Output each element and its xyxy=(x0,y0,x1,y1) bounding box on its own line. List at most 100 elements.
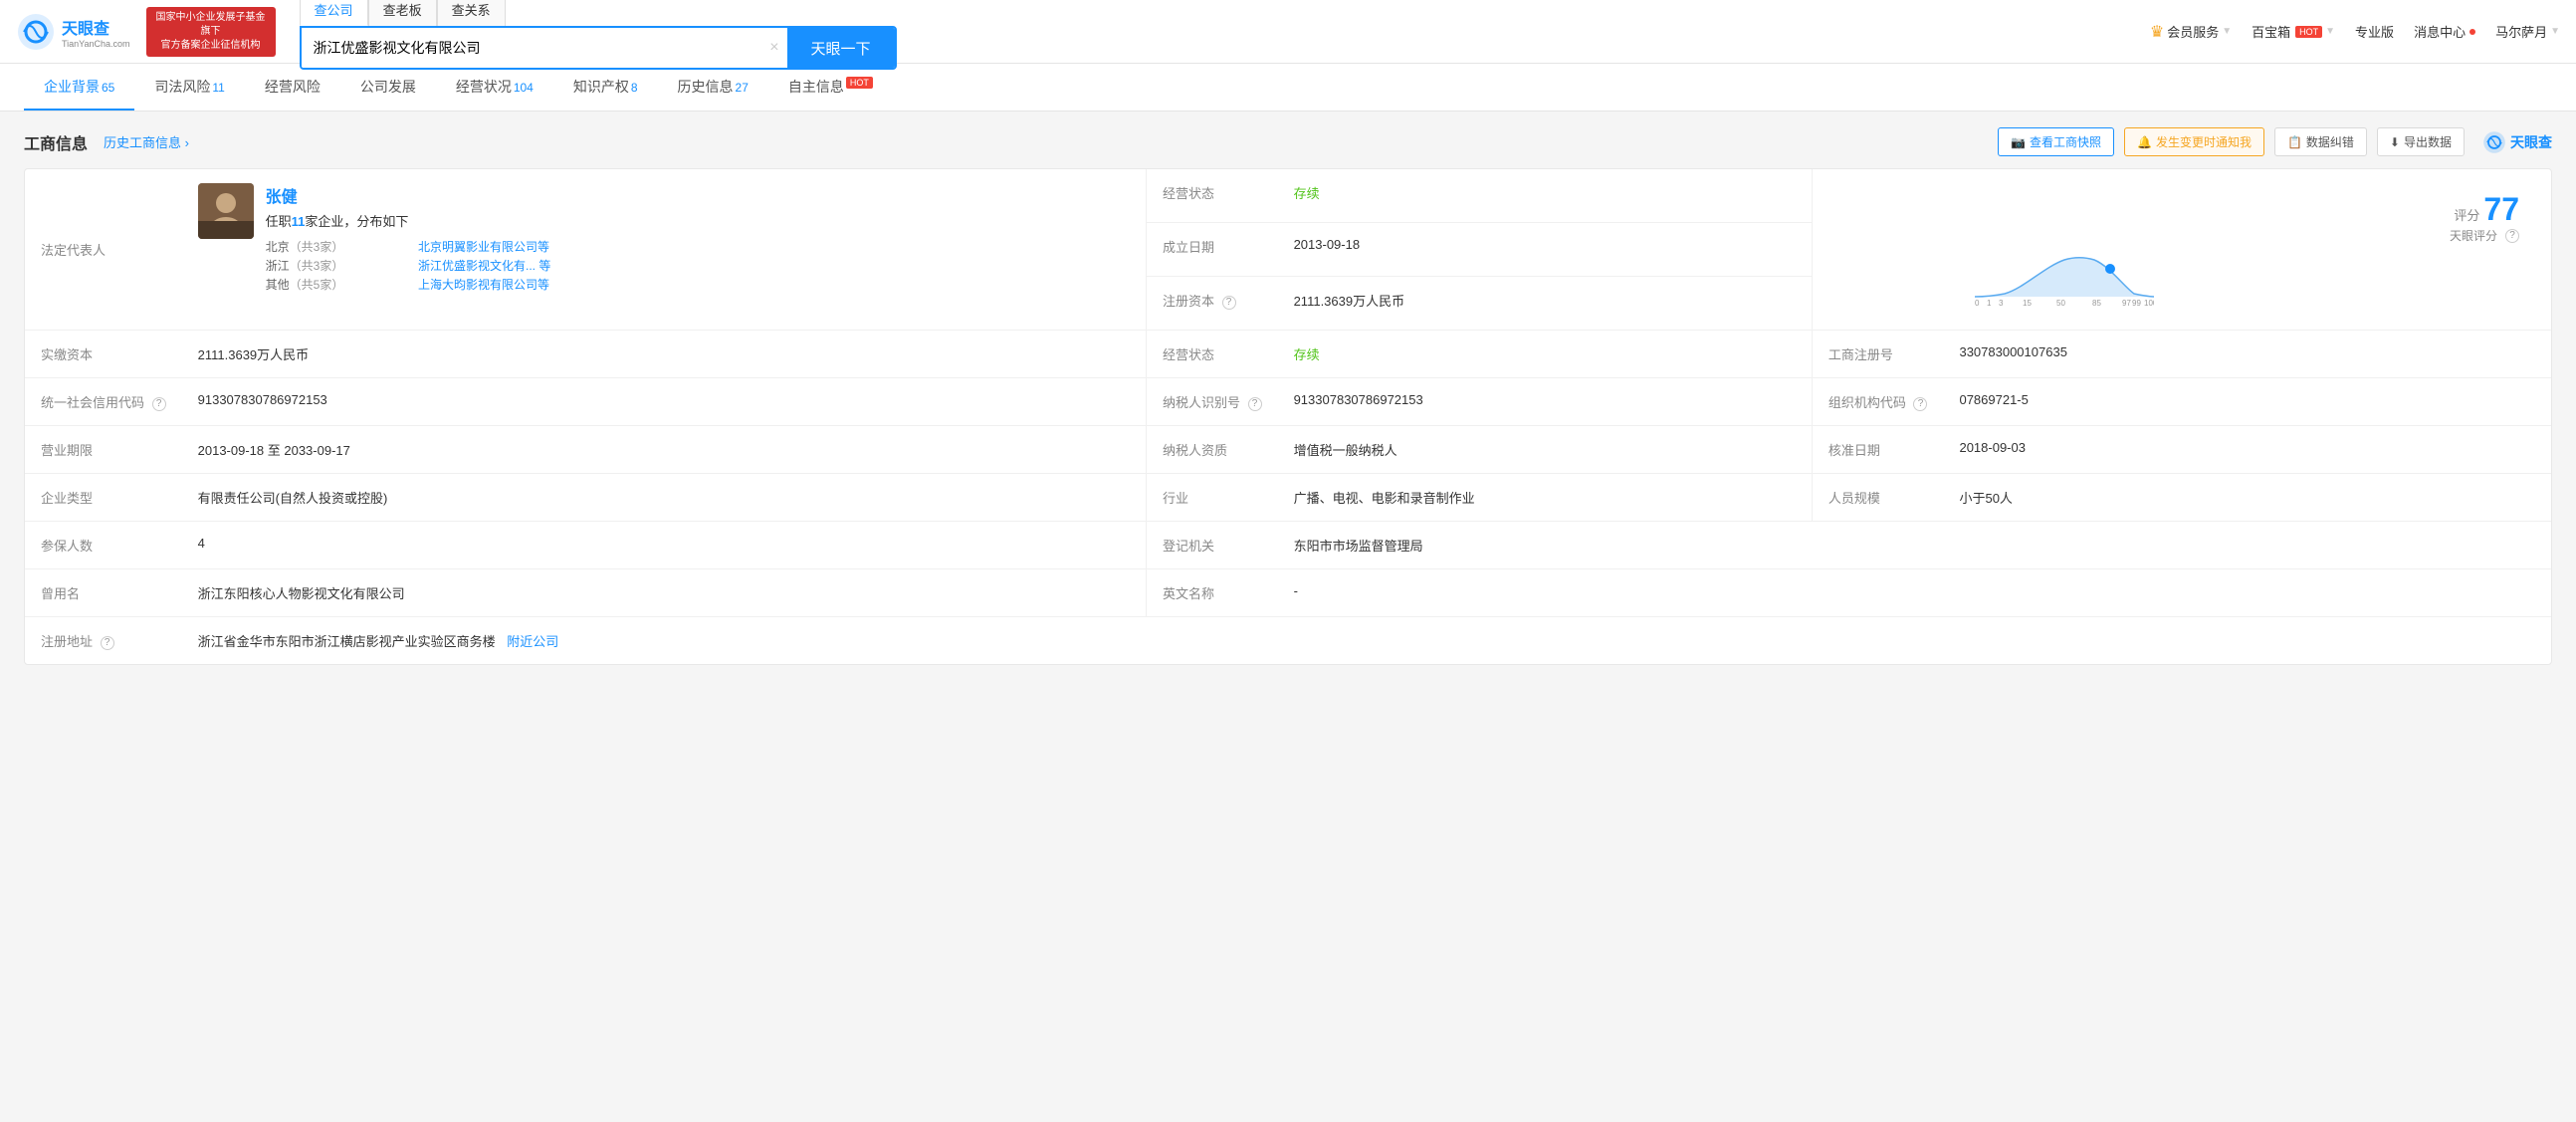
chevron-down-icon-3: ▼ xyxy=(2550,26,2560,37)
org-code-label: 组织机构代码 ? xyxy=(1812,378,1943,426)
svg-text:100: 100 xyxy=(2144,299,2154,307)
score-chart-svg: 0 1 3 15 50 85 97 99 100 xyxy=(1975,252,2154,307)
notify-btn[interactable]: 🔔 发生变更时通知我 xyxy=(2124,127,2264,156)
gov-badge: 国家中小企业发展子基金旗下 官方备案企业征信机构 xyxy=(146,7,276,57)
approved-date-value: 2018-09-03 xyxy=(1943,426,2551,474)
tab-self-info[interactable]: 自主信息HOT xyxy=(768,65,893,111)
tab-history[interactable]: 历史信息27 xyxy=(658,65,768,111)
reg-authority-label: 登记机关 xyxy=(1146,522,1277,569)
credit-code-row: 统一社会信用代码 ? 913307830786972153 纳税人识别号 ? 9… xyxy=(25,378,2551,426)
former-name-label: 曾用名 xyxy=(25,569,182,617)
svg-text:0: 0 xyxy=(1975,299,1980,307)
search-tab-company[interactable]: 查公司 xyxy=(300,0,368,26)
logo-area: 天眼查 TianYanCha.com 国家中小企业发展子基金旗下 官方备案企业征… xyxy=(16,7,276,57)
location-zhejiang-company[interactable]: 浙江优盛影视文化有... 等 xyxy=(418,257,550,274)
established-value: 2013-09-18 xyxy=(1278,222,1813,276)
org-code-question[interactable]: ? xyxy=(1913,397,1927,411)
member-service-link[interactable]: ♛ 会员服务 ▼ xyxy=(2150,22,2232,42)
company-type-label: 企业类型 xyxy=(25,474,182,522)
search-input-area: × xyxy=(302,28,787,68)
english-name-label: 英文名称 xyxy=(1146,569,1277,617)
notification-dot xyxy=(2469,29,2475,35)
message-link[interactable]: 消息中心 xyxy=(2414,22,2475,41)
tab-operational-risk[interactable]: 经营风险 xyxy=(245,65,340,111)
search-tab-relation[interactable]: 查关系 xyxy=(437,0,506,26)
svg-text:99: 99 xyxy=(2132,299,2141,307)
credit-code-question[interactable]: ? xyxy=(152,397,166,411)
search-clear-icon[interactable]: × xyxy=(769,39,778,57)
taxpayer-type-label: 纳税人资质 xyxy=(1146,426,1277,474)
reg-capital-question[interactable]: ? xyxy=(1222,296,1236,310)
location-zhejiang-region: 浙江（共3家） xyxy=(266,257,398,274)
tianyan-brand-icon xyxy=(2482,130,2506,154)
location-other-company[interactable]: 上海大昀影视有限公司等 xyxy=(418,276,550,293)
info-table: 法定代表人 xyxy=(25,169,2551,664)
export-btn[interactable]: ⬇ 导出数据 xyxy=(2377,127,2465,156)
search-input[interactable] xyxy=(302,28,787,68)
credit-code-label: 统一社会信用代码 ? xyxy=(25,378,182,426)
insured-label: 参保人数 xyxy=(25,522,182,569)
tab-company-background[interactable]: 企业背景65 xyxy=(24,65,134,111)
rep-locations: 北京（共3家） 北京明翼影业有限公司等 浙江（共3家） 浙江优盛影视文化有...… xyxy=(266,238,551,293)
reg-authority-value: 东阳市市场监督管理局 xyxy=(1278,522,2551,569)
location-beijing-region: 北京（共3家） xyxy=(266,238,398,255)
camera-snapshot-btn[interactable]: 📷 查看工商快照 xyxy=(1998,127,2114,156)
search-tab-boss[interactable]: 查老板 xyxy=(368,0,437,26)
address-value: 浙江省金华市东阳市浙江横店影视产业实验区商务楼 附近公司 xyxy=(182,617,2551,665)
search-tabs: 查公司 查老板 查关系 xyxy=(300,0,897,26)
tax-id-value: 913307830786972153 xyxy=(1278,378,1813,426)
svg-text:85: 85 xyxy=(2092,299,2101,307)
section-buttons: 📷 查看工商快照 🔔 发生变更时通知我 📋 数据纠错 ⬇ 导出数据 xyxy=(1998,127,2552,156)
chevron-down-icon: ▼ xyxy=(2222,26,2232,37)
score-text-label: 评分 xyxy=(2454,205,2479,224)
paid-capital-label: 实缴资本 xyxy=(25,331,182,378)
chevron-down-icon-2: ▼ xyxy=(2325,26,2335,37)
paid-capital-value: 2111.3639万人民币 xyxy=(182,331,1147,378)
company-type-value: 有限责任公司(自然人投资或控股) xyxy=(182,474,1147,522)
tianyan-score-question[interactable]: ? xyxy=(2505,229,2519,243)
legal-rep-desc: 任职11家企业，分布如下 xyxy=(266,211,551,230)
tianyan-score-label xyxy=(1812,169,1943,331)
svg-text:97: 97 xyxy=(2122,299,2131,307)
tianyan-score-text: 天眼评分 xyxy=(2450,227,2497,244)
section-title: 工商信息 xyxy=(24,130,88,154)
legal-rep-info: 张健 任职11家企业，分布如下 北京（共3家） 北京明翼影业有限公司等 浙江（共… xyxy=(266,183,551,293)
location-beijing-company[interactable]: 北京明翼影业有限公司等 xyxy=(418,238,550,255)
search-box: × 天眼一下 xyxy=(300,26,897,70)
history-info-link[interactable]: 历史工商信息 › xyxy=(104,132,189,151)
address-question[interactable]: ? xyxy=(101,636,114,650)
score-number: 77 xyxy=(2483,193,2519,225)
insured-row: 参保人数 4 登记机关 东阳市市场监督管理局 xyxy=(25,522,2551,569)
header: 天眼查 TianYanCha.com 国家中小企业发展子基金旗下 官方备案企业征… xyxy=(0,0,2576,64)
approved-date-label: 核准日期 xyxy=(1812,426,1943,474)
tab-operational-status[interactable]: 经营状况104 xyxy=(436,65,553,111)
former-name-value: 浙江东阳核心人物影视文化有限公司 xyxy=(182,569,1147,617)
staff-size-value: 小于50人 xyxy=(1943,474,2551,522)
nav-tabs: 企业背景65 司法风险11 经营风险 公司发展 经营状况104 知识产权8 历史… xyxy=(0,64,2576,112)
svg-text:1: 1 xyxy=(1987,299,1992,307)
svg-text:3: 3 xyxy=(1999,299,2004,307)
paid-capital-row: 实缴资本 2111.3639万人民币 经营状态 存续 工商注册号 3307830… xyxy=(25,331,2551,378)
tab-judicial-risk[interactable]: 司法风险11 xyxy=(134,65,244,111)
industry-value: 广播、电视、电影和录音制作业 xyxy=(1278,474,1813,522)
svg-text:15: 15 xyxy=(2023,299,2032,307)
download-icon: ⬇ xyxy=(2390,135,2400,149)
logo-icon xyxy=(16,12,56,52)
reg-capital-label: 注册资本 ? xyxy=(1146,276,1277,330)
score-display: 评分 77 xyxy=(1975,193,2519,225)
pro-link[interactable]: 专业版 xyxy=(2355,22,2394,41)
user-link[interactable]: 马尔萨月 ▼ xyxy=(2495,22,2560,41)
header-right: ♛ 会员服务 ▼ 百宝箱 HOT ▼ 专业版 消息中心 马尔萨月 ▼ xyxy=(2150,22,2560,42)
tab-ip[interactable]: 知识产权8 xyxy=(553,65,658,111)
tianyan-score-row: 天眼评分 ? xyxy=(1975,227,2519,244)
tab-company-development[interactable]: 公司发展 xyxy=(340,65,436,111)
nearby-company-link[interactable]: 附近公司 xyxy=(507,634,558,649)
biz-period-row: 营业期限 2013-09-18 至 2033-09-17 纳税人资质 增值税一般… xyxy=(25,426,2551,474)
error-btn[interactable]: 📋 数据纠错 xyxy=(2274,127,2367,156)
legal-rep-name[interactable]: 张健 xyxy=(266,189,298,206)
tax-id-question[interactable]: ? xyxy=(1248,397,1262,411)
tax-id-label: 纳税人识别号 ? xyxy=(1146,378,1277,426)
score-section: 评分 77 天眼评分 ? xyxy=(1959,183,2535,316)
treasure-link[interactable]: 百宝箱 HOT ▼ xyxy=(2252,22,2335,41)
search-button[interactable]: 天眼一下 xyxy=(787,28,895,68)
